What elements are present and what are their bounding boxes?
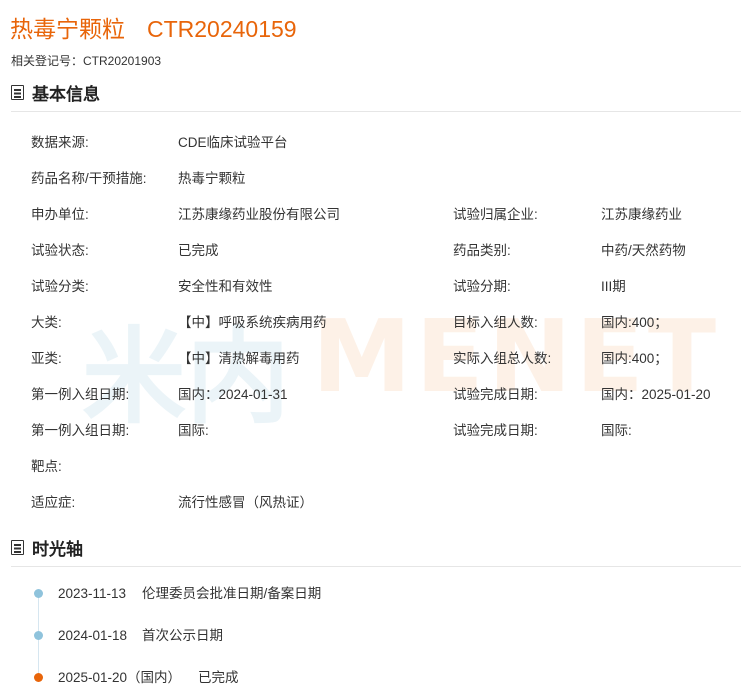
timeline-item: 2025-01-20（国内） 已完成 xyxy=(0,668,741,688)
actual-enroll-value: 国内:400； xyxy=(601,351,668,366)
trial-class-value: 安全性和有效性 xyxy=(178,279,273,294)
drug-name-value: 热毒宁颗粒 xyxy=(178,171,246,186)
data-source-label: 数据来源: xyxy=(31,135,89,150)
info-row-indication: 适应症: 流行性感冒（风热证） xyxy=(0,493,741,513)
timeline-text: 伦理委员会批准日期/备案日期 xyxy=(142,586,322,601)
applicant-value: 江苏康缘药业股份有限公司 xyxy=(178,207,340,222)
info-row-status: 试验状态: 已完成 药品类别: 中药/天然药物 xyxy=(0,241,741,261)
timeline-date: 2025-01-20（国内） xyxy=(58,670,182,685)
timeline-dot xyxy=(34,589,43,598)
indication-label: 适应症: xyxy=(31,495,76,510)
timeline-item: 2023-11-13 伦理委员会批准日期/备案日期 xyxy=(0,584,741,604)
drug-name-title: 热毒宁颗粒 xyxy=(10,16,125,42)
timeline-heading-label: 时光轴 xyxy=(32,540,83,559)
trial-company-value: 江苏康缘药业 xyxy=(601,207,682,222)
sub-class-label: 亚类: xyxy=(31,351,62,366)
timeline-text: 首次公示日期 xyxy=(142,628,223,643)
applicant-label: 申办单位: xyxy=(31,207,89,222)
timeline-divider xyxy=(11,566,741,567)
info-row-trial-class: 试验分类: 安全性和有效性 试验分期: III期 xyxy=(0,277,741,297)
drug-category-value: 中药/天然药物 xyxy=(601,243,686,258)
complete-domestic-value: 国内：2025-01-20 xyxy=(601,387,711,402)
related-registration: 相关登记号：CTR20201903 xyxy=(11,54,162,68)
basic-info-heading: 基本信息 xyxy=(11,80,100,105)
complete-domestic-label: 试验完成日期: xyxy=(453,387,538,402)
sub-class-value: 【中】清热解毒用药 xyxy=(178,351,300,366)
target-enroll-label: 目标入组人数: xyxy=(453,315,538,330)
timeline-dot-completed xyxy=(34,673,43,682)
info-row-first-enroll-international: 第一例入组日期: 国际: 试验完成日期: 国际: xyxy=(0,421,741,441)
page-title: 热毒宁颗粒 CTR20240159 xyxy=(10,10,297,44)
drug-name-label: 药品名称/干预措施: xyxy=(31,171,147,186)
info-row-applicant: 申办单位: 江苏康缘药业股份有限公司 试验归属企业: 江苏康缘药业 xyxy=(0,205,741,225)
data-source-value: CDE临床试验平台 xyxy=(178,135,288,150)
document-icon xyxy=(11,85,24,100)
complete-intl-value: 国际: xyxy=(601,423,632,438)
document-icon xyxy=(11,540,24,555)
info-row-data-source: 数据来源: CDE临床试验平台 xyxy=(0,133,741,153)
actual-enroll-label: 实际入组总人数: xyxy=(453,351,552,366)
timeline-heading: 时光轴 xyxy=(11,535,83,560)
basic-info-heading-label: 基本信息 xyxy=(32,85,100,104)
major-class-value: 【中】呼吸系统疾病用药 xyxy=(178,315,327,330)
status-value: 已完成 xyxy=(178,243,219,258)
timeline-date: 2023-11-13 xyxy=(58,586,127,601)
timeline-text: 已完成 xyxy=(198,670,239,685)
phase-value: III期 xyxy=(601,279,626,294)
complete-intl-label: 试验完成日期: xyxy=(453,423,538,438)
basic-info-divider xyxy=(11,111,741,112)
info-row-target: 靶点: xyxy=(0,457,741,477)
first-enroll-domestic-value: 国内：2024-01-31 xyxy=(178,387,288,402)
timeline-dot xyxy=(34,631,43,640)
trial-company-label: 试验归属企业: xyxy=(453,207,538,222)
indication-value: 流行性感冒（风热证） xyxy=(178,495,313,510)
first-enroll-intl-value: 国际: xyxy=(178,423,209,438)
info-row-sub-class: 亚类: 【中】清热解毒用药 实际入组总人数: 国内:400； xyxy=(0,349,741,369)
info-row-first-enroll-domestic: 第一例入组日期: 国内：2024-01-31 试验完成日期: 国内：2025-0… xyxy=(0,385,741,405)
first-enroll-intl-label: 第一例入组日期: xyxy=(31,423,130,438)
target-label: 靶点: xyxy=(31,459,62,474)
trial-class-label: 试验分类: xyxy=(31,279,89,294)
info-row-drug-name: 药品名称/干预措施: 热毒宁颗粒 xyxy=(0,169,741,189)
status-label: 试验状态: xyxy=(31,243,89,258)
target-enroll-value: 国内:400； xyxy=(601,315,668,330)
info-row-major-class: 大类: 【中】呼吸系统疾病用药 目标入组人数: 国内:400； xyxy=(0,313,741,333)
phase-label: 试验分期: xyxy=(453,279,511,294)
timeline-date: 2024-01-18 xyxy=(58,628,128,643)
trial-code-title: CTR20240159 xyxy=(147,16,297,42)
timeline-item: 2024-01-18 首次公示日期 xyxy=(0,626,741,646)
drug-category-label: 药品类别: xyxy=(453,243,511,258)
major-class-label: 大类: xyxy=(31,315,62,330)
first-enroll-domestic-label: 第一例入组日期: xyxy=(31,387,130,402)
